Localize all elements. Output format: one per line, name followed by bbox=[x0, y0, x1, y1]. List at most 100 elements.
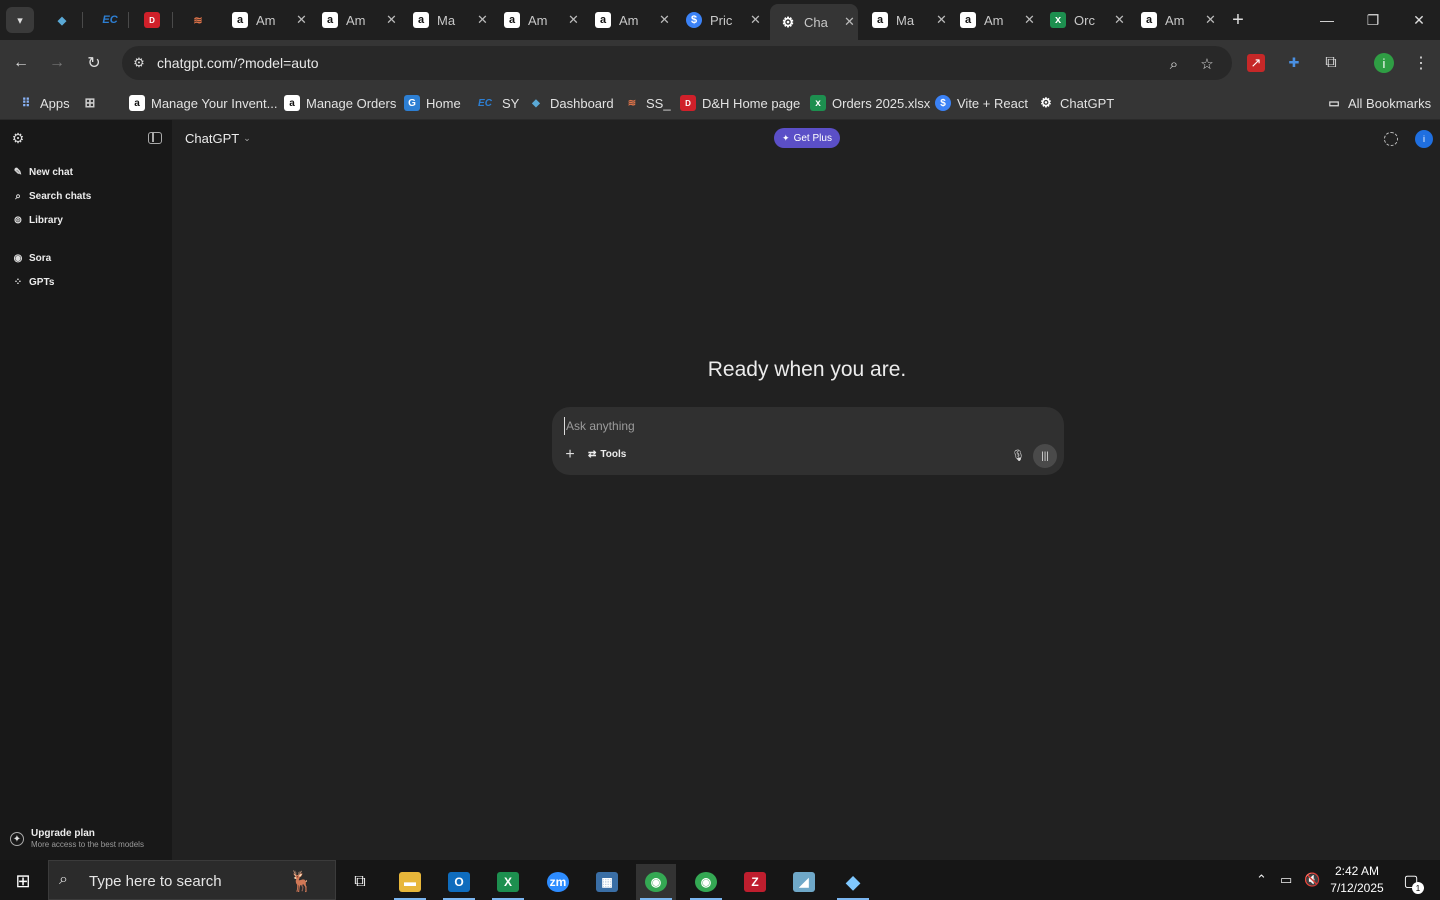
sidebar-item-library[interactable]: ⊚ Library bbox=[12, 212, 63, 228]
tab-3[interactable]: ≋ bbox=[180, 6, 206, 34]
tab-5[interactable]: a Am ✕ bbox=[312, 6, 397, 34]
task-view-button[interactable]: ⧉ bbox=[340, 864, 380, 900]
bookmark-label: D&H Home page bbox=[702, 95, 801, 111]
close-icon[interactable]: ✕ bbox=[750, 12, 761, 28]
tab-13[interactable]: x Orc ✕ bbox=[1040, 6, 1125, 34]
sidebar-toggle-icon[interactable] bbox=[148, 132, 162, 144]
prompt-input[interactable] bbox=[564, 417, 1004, 435]
tab-9[interactable]: $ Pric ✕ bbox=[676, 6, 761, 34]
bookmark-manage-orders[interactable]: a Manage Orders bbox=[284, 93, 396, 113]
gpts-grid-icon: ⁘ bbox=[13, 276, 23, 288]
tab-12[interactable]: a Am ✕ bbox=[950, 6, 1035, 34]
user-avatar[interactable]: i bbox=[1415, 130, 1433, 148]
clock[interactable]: 2:42 AM 7/12/2025 bbox=[1326, 863, 1388, 897]
sidebar-item-sora[interactable]: ◉ Sora bbox=[12, 250, 52, 266]
upgrade-plan-button[interactable]: ✦ Upgrade plan More access to the best m… bbox=[10, 828, 144, 849]
forward-button[interactable]: → bbox=[46, 52, 68, 74]
zoom-icon[interactable]: ⌕ bbox=[1164, 54, 1184, 74]
network-icon[interactable]: ▭ bbox=[1280, 872, 1292, 888]
bookmark-apps[interactable]: ⠿ Apps bbox=[18, 93, 70, 113]
bookmark-tab-groups[interactable]: ⊞ bbox=[82, 93, 104, 113]
chatgpt-logo-icon[interactable]: ⚙ bbox=[10, 130, 26, 146]
tab-separator bbox=[172, 12, 173, 28]
taskbar-outlook[interactable]: O bbox=[439, 864, 479, 900]
taskbar-search[interactable]: ⌕ Type here to search 🦌 bbox=[48, 860, 336, 900]
tab-10-active[interactable]: ⚙ Cha ✕ bbox=[770, 4, 858, 40]
bookmark-orders-xlsx[interactable]: x Orders 2025.xlsx bbox=[810, 93, 930, 113]
close-icon[interactable]: ✕ bbox=[477, 12, 488, 28]
speaker-muted-icon[interactable]: 🔇 bbox=[1304, 872, 1320, 888]
taskbar-calculator[interactable]: ▦ bbox=[587, 864, 627, 900]
browser-profile-avatar[interactable]: i bbox=[1374, 53, 1394, 73]
sidebar-item-gpts[interactable]: ⁘ GPTs bbox=[12, 274, 55, 290]
bookmark-chatgpt[interactable]: ⚙ ChatGPT bbox=[1038, 93, 1114, 113]
voice-mode-button[interactable]: ||| bbox=[1033, 444, 1057, 468]
tab-0[interactable]: ◆ bbox=[44, 6, 70, 34]
tab-14[interactable]: a Am ✕ bbox=[1131, 6, 1216, 34]
browser-menu-icon[interactable]: ⋮ bbox=[1410, 52, 1432, 74]
close-icon[interactable]: ✕ bbox=[936, 12, 947, 28]
close-icon[interactable]: ✕ bbox=[386, 12, 397, 28]
close-icon[interactable]: ✕ bbox=[1024, 12, 1035, 28]
ss-favicon-icon: ≋ bbox=[193, 14, 203, 27]
site-settings-icon[interactable]: ⚙ bbox=[130, 54, 148, 72]
tab-11[interactable]: a Ma ✕ bbox=[862, 6, 947, 34]
tab-title: Ma bbox=[437, 12, 456, 28]
bookmark-manage-inventory[interactable]: a Manage Your Invent... bbox=[129, 93, 277, 113]
taskbar-filezilla[interactable]: Z bbox=[735, 864, 775, 900]
tab-6[interactable]: a Ma ✕ bbox=[403, 6, 488, 34]
tab-7[interactable]: a Am ✕ bbox=[494, 6, 579, 34]
tab-search-button[interactable]: ▾ bbox=[6, 7, 34, 33]
taskbar-excel[interactable]: X bbox=[488, 864, 528, 900]
reload-button[interactable]: ↻ bbox=[83, 52, 105, 74]
close-icon[interactable]: ✕ bbox=[1205, 12, 1216, 28]
back-button[interactable]: ← bbox=[10, 52, 32, 74]
restore-button[interactable]: ❐ bbox=[1358, 8, 1388, 32]
attach-button[interactable]: + bbox=[562, 446, 578, 463]
tools-label: Tools bbox=[600, 449, 627, 460]
tab-4[interactable]: a Am ✕ bbox=[222, 6, 307, 34]
bookmark-home[interactable]: G Home bbox=[404, 93, 461, 113]
sidebar-item-search-chats[interactable]: ⌕ Search chats bbox=[12, 188, 91, 204]
tray-chevron-up-icon[interactable]: ⌃ bbox=[1256, 872, 1267, 888]
tab-2[interactable]: D bbox=[134, 6, 160, 34]
taskbar-chrome-active[interactable]: ◉ bbox=[636, 864, 676, 900]
tab-8[interactable]: a Am ✕ bbox=[585, 6, 670, 34]
bookmark-ss[interactable]: ≋ SS_ bbox=[624, 93, 671, 113]
model-picker[interactable]: ChatGPT ⌄ bbox=[185, 131, 251, 146]
bookmark-dashboard[interactable]: ◆ Dashboard bbox=[528, 93, 613, 113]
extension-red-icon[interactable]: ↗ bbox=[1247, 54, 1265, 72]
taskbar-vscode-app[interactable]: ◆ bbox=[833, 864, 873, 900]
close-icon: ✕ bbox=[1413, 11, 1425, 28]
new-tab-button[interactable]: + bbox=[1226, 8, 1250, 32]
taskbar-zoom[interactable]: zm bbox=[538, 864, 578, 900]
temporary-chat-icon[interactable] bbox=[1384, 132, 1398, 146]
dictate-button[interactable]: 🎙 bbox=[1010, 447, 1026, 463]
close-icon[interactable]: ✕ bbox=[568, 12, 579, 28]
close-icon[interactable]: ✕ bbox=[659, 12, 670, 28]
start-button[interactable]: ⊞ bbox=[12, 870, 34, 892]
bookmark-sy[interactable]: EC SY bbox=[474, 93, 519, 113]
bookmark-star-icon[interactable]: ☆ bbox=[1197, 54, 1217, 74]
chat-sidebar: ⚙ ✎ New chat ⌕ Search chats ⊚ Library ◉ Sora… bbox=[0, 120, 172, 860]
taskbar-chrome[interactable]: ◉ bbox=[686, 864, 726, 900]
minimize-button[interactable]: — bbox=[1312, 8, 1342, 32]
taskbar-file-explorer[interactable]: ▬ bbox=[390, 864, 430, 900]
taskbar-notes[interactable]: ◢ bbox=[784, 864, 824, 900]
extensions-puzzle-icon[interactable]: ⧉ bbox=[1320, 52, 1342, 74]
address-bar[interactable]: ⚙ chatgpt.com/?model=auto ⌕ ☆ bbox=[122, 46, 1232, 80]
close-icon[interactable]: ✕ bbox=[296, 12, 307, 28]
close-icon[interactable]: ✕ bbox=[844, 14, 855, 30]
bookmark-vite-react[interactable]: $ Vite + React bbox=[935, 93, 1028, 113]
close-window-button[interactable]: ✕ bbox=[1404, 8, 1434, 32]
extension-blue-icon[interactable]: ✚ bbox=[1283, 52, 1305, 74]
notifications-button[interactable]: ▢ 1 bbox=[1400, 870, 1424, 894]
get-plus-button[interactable]: ✦ Get Plus bbox=[774, 128, 840, 148]
tools-button[interactable]: ⇄ Tools bbox=[588, 449, 626, 460]
bookmark-dh-home[interactable]: D D&H Home page bbox=[680, 93, 800, 113]
sidebar-item-new-chat[interactable]: ✎ New chat bbox=[12, 164, 73, 180]
close-icon[interactable]: ✕ bbox=[1114, 12, 1125, 28]
all-bookmarks-button[interactable]: ▭ All Bookmarks bbox=[1326, 93, 1431, 113]
tab-1[interactable]: EC bbox=[88, 6, 122, 34]
url-text[interactable]: chatgpt.com/?model=auto bbox=[157, 55, 319, 71]
